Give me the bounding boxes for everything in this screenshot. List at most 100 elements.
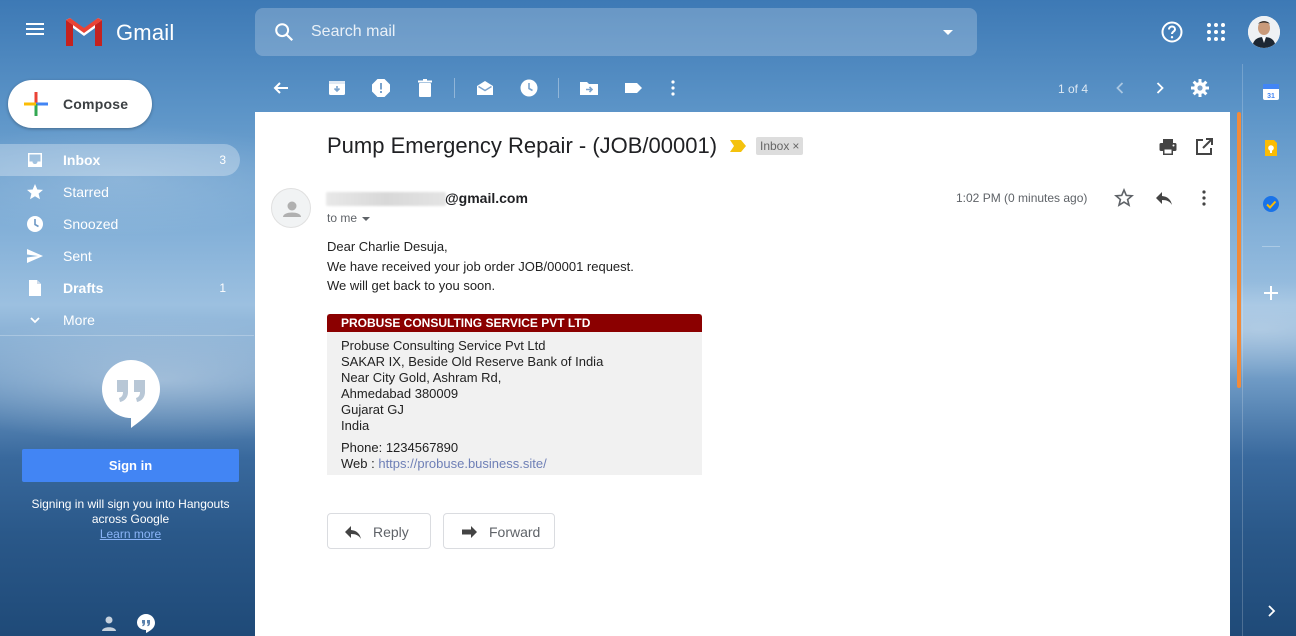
draft-icon [29, 280, 41, 296]
star-icon [27, 184, 43, 200]
label-icon[interactable] [623, 78, 643, 98]
contacts-person-icon[interactable] [100, 614, 118, 632]
chevron-right-icon[interactable] [1262, 602, 1280, 620]
sender-avatar[interactable] [271, 188, 311, 228]
mark-unread-icon[interactable] [475, 78, 495, 98]
older-chevron-right-icon[interactable] [1150, 78, 1170, 98]
signature-line: Gujarat GJ [341, 402, 404, 417]
side-panel-divider [1242, 64, 1243, 636]
menu-icon-bar [26, 33, 44, 35]
tasks-icon[interactable] [1262, 195, 1280, 213]
chevron-down-icon [362, 216, 371, 221]
label-chip-text: Inbox [760, 139, 790, 153]
menu-icon-bar [26, 23, 44, 25]
keep-icon[interactable] [1262, 139, 1280, 157]
search-options-chevron-icon[interactable] [943, 30, 953, 35]
body-line: Dear Charlie Desuja, [327, 239, 448, 254]
signature-body: Probuse Consulting Service Pvt Ltd SAKAR… [327, 332, 702, 472]
signature-line: Ahmedabad 380009 [341, 386, 459, 401]
draft-count: 1 [219, 281, 226, 295]
compose-label: Compose [63, 96, 129, 112]
star-icon[interactable] [1114, 188, 1134, 208]
pagination-text: 1 of 4 [1058, 82, 1089, 96]
more-options-icon[interactable] [1194, 188, 1214, 208]
open-new-window-icon[interactable] [1194, 137, 1214, 157]
forward-label: Forward [489, 524, 541, 540]
company-signature: PROBUSE CONSULTING SERVICE PVT LTD Probu… [327, 314, 702, 475]
search-input[interactable] [311, 20, 911, 44]
more-icon[interactable] [663, 78, 683, 98]
body-line: We have received your job order JOB/0000… [327, 258, 634, 274]
sidebar-item-more[interactable]: More [0, 304, 240, 336]
search-bar [255, 8, 977, 56]
hangouts-icon [102, 360, 160, 428]
signature-phone: Phone: 1234567890 [341, 440, 459, 455]
sidebar-item-label: Sent [63, 248, 92, 264]
clock-icon [27, 216, 43, 232]
sender-email: @gmail.com [445, 190, 528, 206]
newer-chevron-left-icon[interactable] [1110, 78, 1130, 98]
message-view: Pump Emergency Repair - (JOB/00001) Inbo… [255, 112, 1230, 636]
unread-count: 3 [219, 153, 226, 167]
archive-icon[interactable] [327, 78, 347, 98]
message-time: 1:02 PM (0 minutes ago) [956, 191, 1088, 205]
sidebar-item-starred[interactable]: Starred [0, 176, 240, 208]
add-icon[interactable] [1262, 284, 1280, 302]
delete-icon[interactable] [415, 78, 435, 98]
importance-marker-icon[interactable] [730, 140, 746, 152]
reply-button[interactable]: Reply [327, 513, 431, 549]
calendar-icon[interactable]: 31 [1262, 83, 1280, 101]
website-link[interactable]: https://probuse.business.site/ [378, 456, 546, 471]
menu-icon-bar [26, 28, 44, 30]
sidebar-item-sent[interactable]: Sent [0, 240, 240, 272]
help-icon[interactable] [1160, 20, 1184, 44]
compose-button[interactable]: Compose [8, 80, 152, 128]
svg-text:31: 31 [1267, 93, 1275, 100]
scrollbar-thumb[interactable] [1237, 112, 1241, 388]
toolbar-divider [558, 78, 559, 98]
reply-label: Reply [373, 524, 409, 540]
print-icon[interactable] [1158, 137, 1178, 157]
remove-label-button[interactable]: × [792, 139, 799, 153]
note-line: across Google [91, 512, 170, 526]
sidebar-item-label: Starred [63, 184, 109, 200]
settings-icon[interactable] [1190, 78, 1210, 98]
search-icon[interactable] [273, 21, 295, 43]
sidebar-item-snoozed[interactable]: Snoozed [0, 208, 240, 240]
sidebar-item-inbox[interactable]: Inbox 3 [0, 144, 240, 176]
sidebar-item-label: Snoozed [63, 216, 119, 232]
app-name: Gmail [116, 20, 175, 45]
report-spam-icon[interactable] [371, 78, 391, 98]
signature-web-row: Web : https://probuse.business.site/ [341, 456, 688, 472]
sidebar-divider [0, 335, 254, 336]
sidebar-item-label: More [63, 312, 95, 328]
hangouts-sign-in-note: Signing in will sign you into Hangouts a… [22, 497, 239, 542]
sidebar-nav: Inbox 3 Starred Snoozed Sent Drafts 1 Mo… [0, 144, 256, 336]
learn-more-link[interactable]: Learn more [22, 527, 239, 542]
main-menu-button[interactable] [20, 20, 50, 44]
recipient-details-toggle[interactable]: to me [327, 211, 371, 225]
compose-plus-icon [24, 92, 48, 116]
gmail-logo[interactable] [64, 16, 104, 48]
apps-icon[interactable] [1204, 20, 1228, 44]
move-to-icon[interactable] [579, 78, 599, 98]
snooze-icon[interactable] [519, 78, 539, 98]
signature-line: Near City Gold, Ashram Rd, [341, 370, 502, 385]
hangouts-sign-in-button[interactable]: Sign in [22, 449, 239, 482]
sender-name-redacted [326, 192, 446, 206]
back-icon[interactable] [271, 78, 291, 98]
reply-icon[interactable] [1154, 188, 1174, 208]
signature-heading: PROBUSE CONSULTING SERVICE PVT LTD [327, 314, 702, 332]
user-portrait-icon [1248, 16, 1280, 48]
forward-button[interactable]: Forward [443, 513, 555, 549]
chevron-down-icon [30, 317, 40, 324]
web-label: Web : [341, 456, 379, 471]
forward-icon [462, 526, 477, 538]
email-subject: Pump Emergency Repair - (JOB/00001) [327, 133, 718, 158]
account-avatar[interactable] [1248, 16, 1280, 48]
signature-line: India [341, 418, 370, 433]
sidebar-item-drafts[interactable]: Drafts 1 [0, 272, 240, 304]
top-header: Gmail [0, 0, 1296, 64]
send-icon [27, 249, 43, 263]
hangouts-chat-icon[interactable] [136, 613, 156, 633]
